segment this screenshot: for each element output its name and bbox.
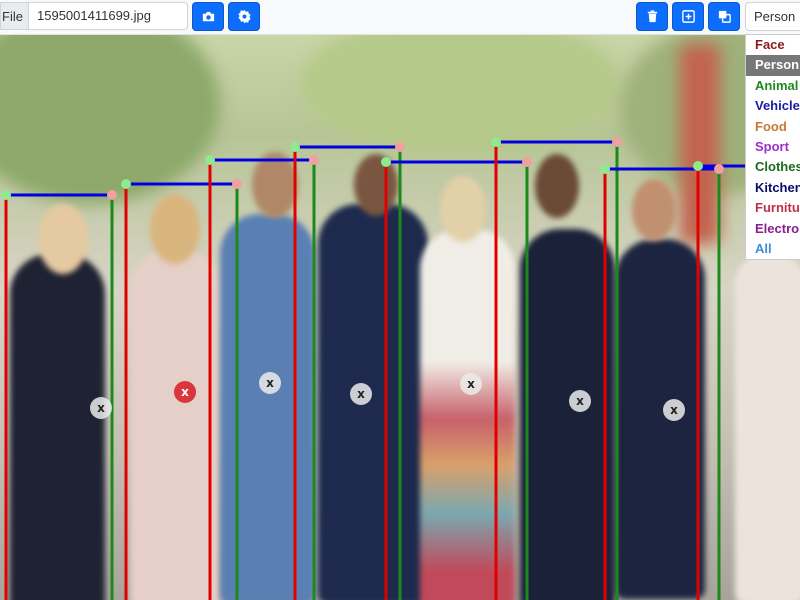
- box-corner-handle[interactable]: [121, 179, 131, 189]
- category-option-clothes[interactable]: Clothes: [746, 157, 800, 177]
- box-corner-handle[interactable]: [232, 179, 242, 189]
- category-option-face[interactable]: Face: [746, 35, 800, 55]
- box-corner-handle[interactable]: [522, 157, 532, 167]
- camera-button[interactable]: [192, 2, 224, 31]
- remove-box-button[interactable]: x: [90, 397, 112, 419]
- box-corner-handle[interactable]: [381, 157, 391, 167]
- plus-square-icon: [681, 10, 695, 23]
- category-option-kitchen[interactable]: Kitchen: [746, 178, 800, 198]
- copy-icon: [718, 10, 731, 23]
- category-option-electronics[interactable]: Electronics: [746, 219, 800, 239]
- box-corner-handle[interactable]: [290, 142, 300, 152]
- gear-icon: [237, 9, 251, 24]
- box-corner-handle[interactable]: [693, 161, 703, 171]
- category-option-furniture[interactable]: Furniture: [746, 198, 800, 218]
- category-option-vehicle[interactable]: Vehicle: [746, 96, 800, 116]
- box-corner-handle[interactable]: [491, 137, 501, 147]
- remove-box-button[interactable]: x: [460, 373, 482, 395]
- category-select[interactable]: Person: [745, 2, 800, 31]
- category-dropdown: Face Person Animal Vehicle Food Sport Cl…: [745, 34, 800, 260]
- remove-box-button[interactable]: x: [663, 399, 685, 421]
- remove-box-button[interactable]: x: [569, 390, 591, 412]
- camera-icon: [202, 11, 214, 22]
- category-option-animal[interactable]: Animal: [746, 76, 800, 96]
- box-corner-handle[interactable]: [107, 190, 117, 200]
- copy-box-button[interactable]: [708, 2, 740, 31]
- box-corner-handle[interactable]: [395, 142, 405, 152]
- category-option-sport[interactable]: Sport: [746, 137, 800, 157]
- file-name-input[interactable]: 1595001411699.jpg: [28, 2, 188, 30]
- delete-button[interactable]: [636, 2, 668, 31]
- box-corner-handle[interactable]: [714, 164, 724, 174]
- image-canvas[interactable]: x x x x x x x: [0, 34, 800, 600]
- file-label: File: [0, 2, 28, 30]
- toolbar: File 1595001411699.jpg Person: [0, 0, 800, 35]
- box-corner-handle[interactable]: [612, 137, 622, 147]
- category-option-person[interactable]: Person: [746, 55, 800, 76]
- category-option-all[interactable]: All: [746, 239, 800, 259]
- settings-button[interactable]: [228, 2, 260, 31]
- remove-box-button[interactable]: x: [174, 381, 196, 403]
- remove-box-button[interactable]: x: [350, 383, 372, 405]
- remove-box-button[interactable]: x: [259, 372, 281, 394]
- trash-icon: [647, 10, 657, 23]
- category-option-food[interactable]: Food: [746, 117, 800, 137]
- box-corner-handle[interactable]: [600, 164, 610, 174]
- box-corner-handle[interactable]: [309, 155, 319, 165]
- box-corner-handle[interactable]: [1, 190, 11, 200]
- bounding-box-overlay: [1, 137, 800, 600]
- box-corner-handle[interactable]: [205, 155, 215, 165]
- add-box-button[interactable]: [672, 2, 704, 31]
